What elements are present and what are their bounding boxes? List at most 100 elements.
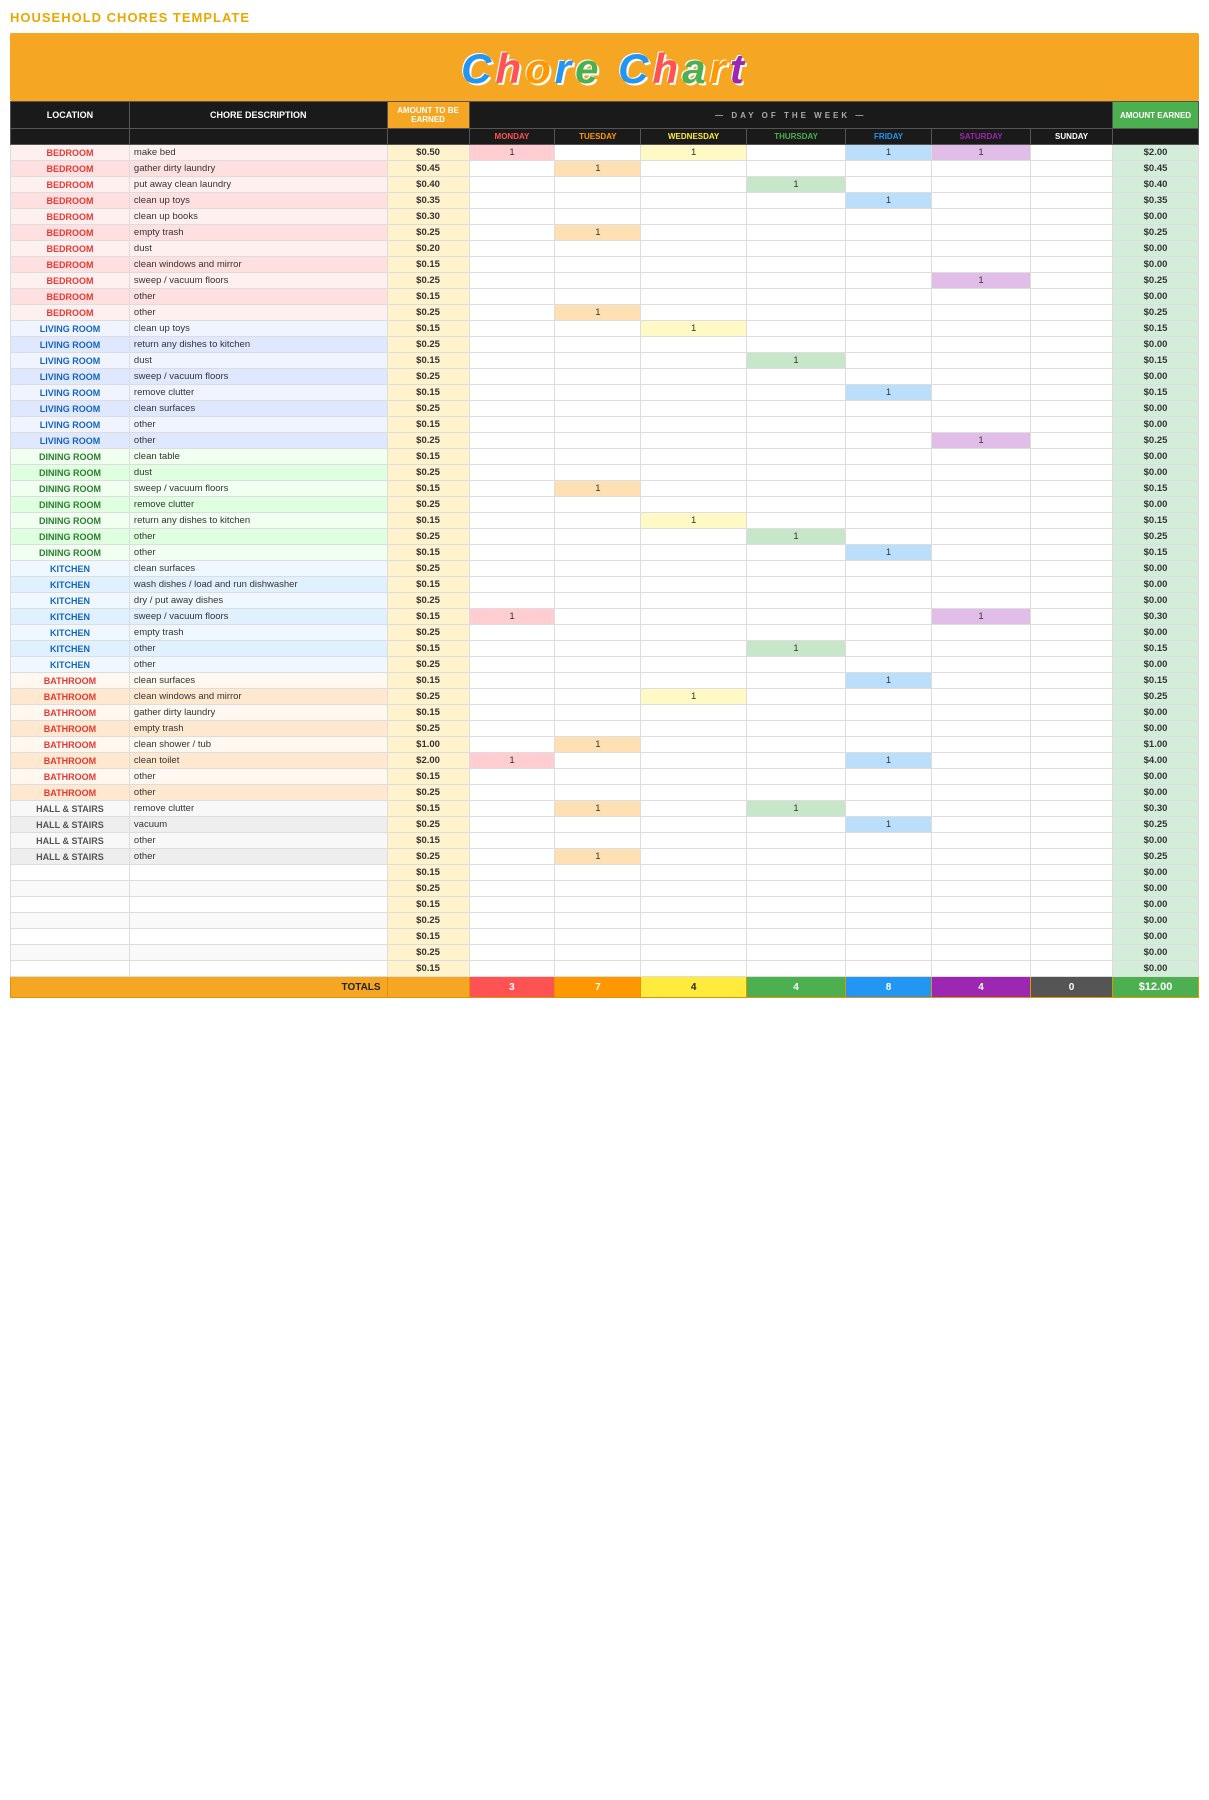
day-cell-mon	[469, 305, 555, 321]
day-cell-tue	[555, 641, 641, 657]
description-cell: clean windows and mirror	[129, 689, 387, 705]
day-cell-thu: 1	[747, 801, 846, 817]
table-row: DINING ROOMremove clutter$0.25$0.00	[11, 497, 1199, 513]
day-cell-sat	[932, 961, 1031, 977]
day-cell-thu	[747, 737, 846, 753]
day-cell-thu	[747, 273, 846, 289]
description-cell	[129, 913, 387, 929]
table-row: LIVING ROOMclean surfaces$0.25$0.00	[11, 401, 1199, 417]
day-cell-sun	[1031, 257, 1113, 273]
location-cell: DINING ROOM	[11, 497, 130, 513]
day-cell-sun	[1031, 513, 1113, 529]
amount-to-earn-cell: $0.15	[387, 289, 469, 305]
day-cell-thu	[747, 449, 846, 465]
day-cell-sun	[1031, 753, 1113, 769]
day-cell-sat	[932, 241, 1031, 257]
day-cell-sat	[932, 353, 1031, 369]
day-header-row: MONDAY TUESDAY WEDNESDAY THURSDAY FRIDAY…	[11, 129, 1199, 145]
day-cell-mon	[469, 337, 555, 353]
day-cell-fri	[846, 641, 932, 657]
day-cell-sun	[1031, 465, 1113, 481]
table-row: DINING ROOMclean table$0.15$0.00	[11, 449, 1199, 465]
earned-cell: $0.00	[1113, 785, 1199, 801]
day-cell-sun	[1031, 721, 1113, 737]
day-cell-mon	[469, 593, 555, 609]
day-cell-mon	[469, 737, 555, 753]
day-cell-thu: 1	[747, 353, 846, 369]
day-cell-wed	[641, 289, 747, 305]
day-cell-fri	[846, 657, 932, 673]
description-cell: sweep / vacuum floors	[129, 481, 387, 497]
day-cell-fri	[846, 737, 932, 753]
day-cell-mon: 1	[469, 753, 555, 769]
amount-to-earn-cell: $0.25	[387, 881, 469, 897]
day-cell-sun	[1031, 641, 1113, 657]
amount-to-earn-cell: $0.15	[387, 801, 469, 817]
description-cell: gather dirty laundry	[129, 161, 387, 177]
day-cell-fri	[846, 849, 932, 865]
day-cell-tue	[555, 945, 641, 961]
location-cell: BATHROOM	[11, 753, 130, 769]
description-cell	[129, 929, 387, 945]
day-cell-tue	[555, 593, 641, 609]
earned-cell: $0.00	[1113, 369, 1199, 385]
day-cell-sat	[932, 881, 1031, 897]
day-cell-tue	[555, 865, 641, 881]
description-cell: other	[129, 417, 387, 433]
earned-cell: $0.25	[1113, 529, 1199, 545]
day-cell-thu	[747, 913, 846, 929]
day-cell-wed	[641, 465, 747, 481]
day-cell-sat	[932, 161, 1031, 177]
day-cell-fri	[846, 625, 932, 641]
day-cell-thu	[747, 673, 846, 689]
day-cell-mon	[469, 769, 555, 785]
day-cell-sat	[932, 561, 1031, 577]
day-cell-wed	[641, 337, 747, 353]
day-cell-sun	[1031, 849, 1113, 865]
description-cell: other	[129, 833, 387, 849]
day-cell-sat	[932, 833, 1031, 849]
earned-cell: $0.45	[1113, 161, 1199, 177]
table-row: BEDROOMother$0.251$0.25	[11, 305, 1199, 321]
amount-to-earn-cell: $0.25	[387, 337, 469, 353]
day-cell-tue: 1	[555, 305, 641, 321]
day-cell-mon	[469, 417, 555, 433]
amount-to-earn-cell: $0.25	[387, 945, 469, 961]
day-cell-thu	[747, 385, 846, 401]
earned-cell: $0.00	[1113, 881, 1199, 897]
amount-to-earn-cell: $0.25	[387, 225, 469, 241]
amount-to-earn-cell: $0.25	[387, 369, 469, 385]
location-cell	[11, 945, 130, 961]
day-cell-tue	[555, 337, 641, 353]
day-cell-sun	[1031, 321, 1113, 337]
description-cell	[129, 961, 387, 977]
amount-to-earn-cell: $0.15	[387, 769, 469, 785]
day-cell-sun	[1031, 529, 1113, 545]
description-cell: clean up books	[129, 209, 387, 225]
day-cell-thu	[747, 769, 846, 785]
earned-cell: $0.00	[1113, 449, 1199, 465]
day-cell-thu	[747, 865, 846, 881]
location-cell: BEDROOM	[11, 145, 130, 161]
day-cell-mon	[469, 865, 555, 881]
day-cell-sun	[1031, 161, 1113, 177]
day-cell-wed	[641, 721, 747, 737]
earned-cell: $0.00	[1113, 769, 1199, 785]
earned-cell: $0.00	[1113, 945, 1199, 961]
day-cell-sun	[1031, 913, 1113, 929]
description-cell: clean table	[129, 449, 387, 465]
day-cell-fri	[846, 721, 932, 737]
day-cell-mon	[469, 449, 555, 465]
amount-earned-header: AMOUNT EARNED	[1113, 102, 1199, 129]
day-cell-sat	[932, 865, 1031, 881]
day-cell-wed	[641, 945, 747, 961]
day-cell-tue	[555, 497, 641, 513]
day-cell-sun	[1031, 193, 1113, 209]
location-cell	[11, 913, 130, 929]
day-cell-mon	[469, 945, 555, 961]
location-cell: DINING ROOM	[11, 545, 130, 561]
amount-to-earn-cell: $0.25	[387, 689, 469, 705]
day-cell-mon	[469, 913, 555, 929]
amount-to-earn-cell: $0.15	[387, 417, 469, 433]
day-cell-wed	[641, 401, 747, 417]
